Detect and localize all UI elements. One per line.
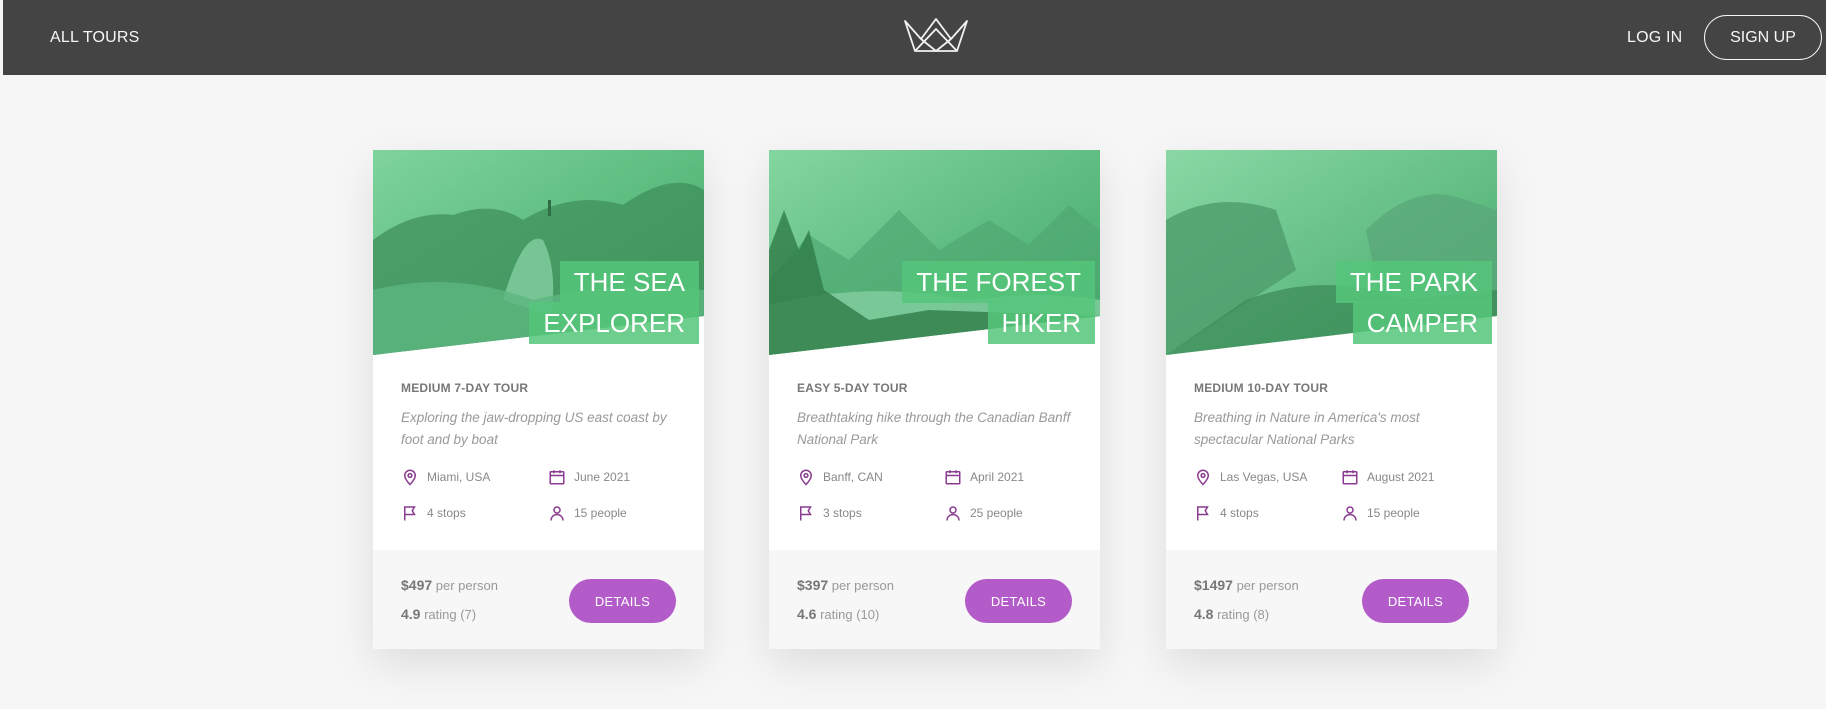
card-footer: $397 per person 4.6 rating (10) Details <box>769 550 1100 649</box>
tour-title-line-1: The Sea <box>559 261 699 303</box>
price-label: per person <box>1236 578 1299 593</box>
stops-info: 4 stops <box>401 504 466 522</box>
people-text: 15 people <box>574 506 627 520</box>
tour-title-line-2: Camper <box>1352 302 1492 344</box>
details-button[interactable]: Details <box>965 579 1072 623</box>
tour-difficulty: Medium 7-day tour <box>401 381 529 395</box>
tour-summary: Breathing in Nature in America's most sp… <box>1194 410 1420 447</box>
people-info: 15 people <box>1341 504 1420 522</box>
stops-info: 4 stops <box>1194 504 1259 522</box>
user-icon <box>1343 506 1357 521</box>
date-info: April 2021 <box>944 468 1024 486</box>
stops-text: 3 stops <box>823 506 862 520</box>
tour-card: The Forest Hiker Easy 5-day tour Breatht… <box>769 150 1100 649</box>
calendar-icon <box>549 470 565 485</box>
price-value: $1497 <box>1194 577 1233 593</box>
tour-title-line-2: Hiker <box>987 302 1095 344</box>
card-header: The Sea Explorer <box>373 150 704 355</box>
all-tours-link[interactable]: All tours <box>50 29 140 47</box>
date-text: June 2021 <box>574 470 631 484</box>
log-in-link[interactable]: Log in <box>1627 29 1682 47</box>
tour-card: The Sea Explorer Medium 7-day tour Explo… <box>373 150 704 649</box>
date-info: August 2021 <box>1341 468 1434 486</box>
user-icon <box>946 506 960 521</box>
tour-summary: Exploring the jaw-dropping US east coast… <box>401 410 667 447</box>
details-button[interactable]: Details <box>569 579 676 623</box>
card-footer: $497 per person 4.9 rating (7) Details <box>373 550 704 649</box>
tour-difficulty: Medium 10-day tour <box>1194 381 1329 395</box>
card-footer: $1497 per person 4.8 rating (8) Details <box>1166 550 1497 649</box>
user-icon <box>550 506 564 521</box>
sign-up-button[interactable]: Sign up <box>1704 15 1822 60</box>
location-info: Las Vegas, USA <box>1194 468 1307 486</box>
card-header: The Park Camper <box>1166 150 1497 355</box>
rating-value: 4.9 <box>401 606 421 622</box>
location-text: Las Vegas, USA <box>1220 470 1308 484</box>
date-info: June 2021 <box>548 468 630 486</box>
rating-value: 4.6 <box>797 606 817 622</box>
price: $397 per person <box>797 577 894 593</box>
rating-label: rating (10) <box>820 607 880 622</box>
price-label: per person <box>831 578 894 593</box>
details-button[interactable]: Details <box>1362 579 1469 623</box>
price-value: $497 <box>401 577 433 593</box>
location-text: Miami, USA <box>427 470 491 484</box>
page: All tours Log in Sign up T <box>3 0 1826 709</box>
people-info: 25 people <box>944 504 1023 522</box>
site-header: All tours Log in Sign up <box>3 0 1826 75</box>
card-details: Medium 10-day tour Breathing in Nature i… <box>1194 381 1479 451</box>
tour-info: Miami, USA June 2021 4 stops 15 people <box>401 468 686 528</box>
rating-label: rating (7) <box>424 607 477 622</box>
calendar-icon <box>945 470 961 485</box>
stops-text: 4 stops <box>427 506 466 520</box>
tour-info: Las Vegas, USA August 2021 4 stops 15 pe… <box>1194 468 1479 528</box>
tour-difficulty: Easy 5-day tour <box>797 381 908 395</box>
price-label: per person <box>435 578 498 593</box>
people-text: 15 people <box>1367 506 1420 520</box>
people-info: 15 people <box>548 504 627 522</box>
tour-summary: Breathtaking hike through the Canadian B… <box>797 410 1071 447</box>
map-pin-icon <box>403 469 417 486</box>
flag-icon <box>1197 506 1209 521</box>
stops-info: 3 stops <box>797 504 862 522</box>
price: $497 per person <box>401 577 498 593</box>
card-header: The Forest Hiker <box>769 150 1100 355</box>
map-pin-icon <box>1196 469 1210 486</box>
people-text: 25 people <box>970 506 1023 520</box>
rating: 4.8 rating (8) <box>1194 606 1269 622</box>
price-value: $397 <box>797 577 829 593</box>
flag-icon <box>404 506 416 521</box>
date-text: April 2021 <box>970 470 1025 484</box>
rating: 4.6 rating (10) <box>797 606 879 622</box>
tour-info: Banff, CAN April 2021 3 stops 25 people <box>797 468 1082 528</box>
tour-card: The Park Camper Medium 10-day tour Breat… <box>1166 150 1497 649</box>
tour-title-line-1: The Park <box>1335 261 1492 303</box>
card-details: Medium 7-day tour Exploring the jaw-drop… <box>401 381 686 451</box>
price: $1497 per person <box>1194 577 1299 593</box>
tour-title-line-2: Explorer <box>529 302 699 344</box>
map-pin-icon <box>799 469 813 486</box>
date-text: August 2021 <box>1367 470 1435 484</box>
calendar-icon <box>1342 470 1358 485</box>
crown-logo-icon[interactable] <box>903 17 969 55</box>
location-info: Banff, CAN <box>797 468 883 486</box>
tour-title-line-1: The Forest <box>902 261 1095 303</box>
rating: 4.9 rating (7) <box>401 606 476 622</box>
card-details: Easy 5-day tour Breathtaking hike throug… <box>797 381 1082 451</box>
location-text: Banff, CAN <box>823 470 883 484</box>
flag-icon <box>800 506 812 521</box>
stops-text: 4 stops <box>1220 506 1259 520</box>
rating-value: 4.8 <box>1194 606 1214 622</box>
rating-label: rating (8) <box>1217 607 1270 622</box>
location-info: Miami, USA <box>401 468 490 486</box>
